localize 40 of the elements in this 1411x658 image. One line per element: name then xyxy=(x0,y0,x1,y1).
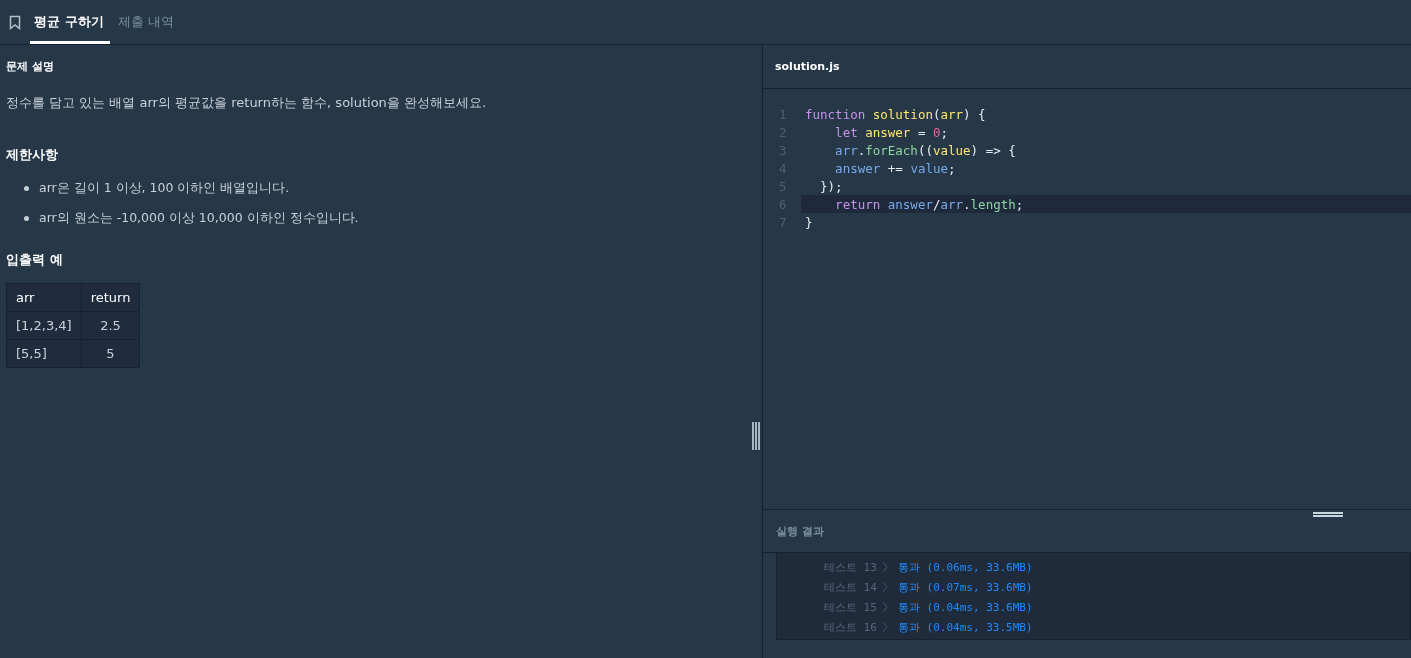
resize-handle[interactable] xyxy=(752,422,760,450)
bullet-icon xyxy=(24,216,29,221)
section-title: 문제 설명 xyxy=(6,59,55,74)
file-name: solution.js xyxy=(775,60,840,73)
test-result: 통과 (0.04ms, 33.6MB) xyxy=(898,599,1033,615)
description-text: 정수를 담고 있는 배열 arr의 평균값을 return하는 함수, solution을 완성해보세요. xyxy=(6,94,488,112)
resize-handle[interactable] xyxy=(1313,512,1343,517)
table-header: return xyxy=(81,283,140,312)
bookmark-icon xyxy=(9,14,21,30)
test-label: 테스트 13 xyxy=(824,559,878,575)
test-result: 통과 (0.06ms, 33.6MB) xyxy=(898,559,1033,575)
section-title: 입출력 예 xyxy=(6,251,64,269)
code-line: answer += value; xyxy=(834,160,956,176)
test-result: 통과 (0.07ms, 33.6MB) xyxy=(898,579,1033,595)
code-line: arr.forEach((value) => { xyxy=(834,142,1016,158)
code-line: function solution(arr) { xyxy=(804,106,986,122)
test-label: 테스트 16 xyxy=(824,619,878,635)
table-cell: 2.5 xyxy=(81,311,140,340)
test-result: 통과 (0.04ms, 33.5MB) xyxy=(898,619,1033,635)
code-line: } xyxy=(804,214,813,230)
constraint-item: arr은 길이 1 이상, 100 이하인 배열입니다. xyxy=(39,180,290,197)
results-title: 실행 결과 xyxy=(776,523,824,539)
test-label: 테스트 14 xyxy=(824,579,878,595)
table-cell: [1,2,3,4] xyxy=(6,311,82,340)
table-cell: 5 xyxy=(81,339,140,368)
code-line: return answer/arr.length; xyxy=(834,196,1024,212)
table-cell: [5,5] xyxy=(6,339,82,368)
tab[interactable]: 평균 구하기 xyxy=(30,0,110,44)
chevron-icon xyxy=(882,581,888,593)
constraint-item: arr의 원소는 -10,000 이상 10,000 이하인 정수입니다. xyxy=(39,210,359,227)
test-label: 테스트 15 xyxy=(824,599,878,615)
section-title: 제한사항 xyxy=(6,146,59,164)
tab[interactable]: 제출 내역 xyxy=(113,0,180,44)
chevron-icon xyxy=(882,601,888,613)
table-header: arr xyxy=(6,283,82,312)
code-line: }); xyxy=(819,178,843,194)
code-line: let answer = 0; xyxy=(834,124,948,140)
chevron-icon xyxy=(882,561,888,573)
chevron-icon xyxy=(882,621,888,633)
bullet-icon xyxy=(24,186,29,191)
